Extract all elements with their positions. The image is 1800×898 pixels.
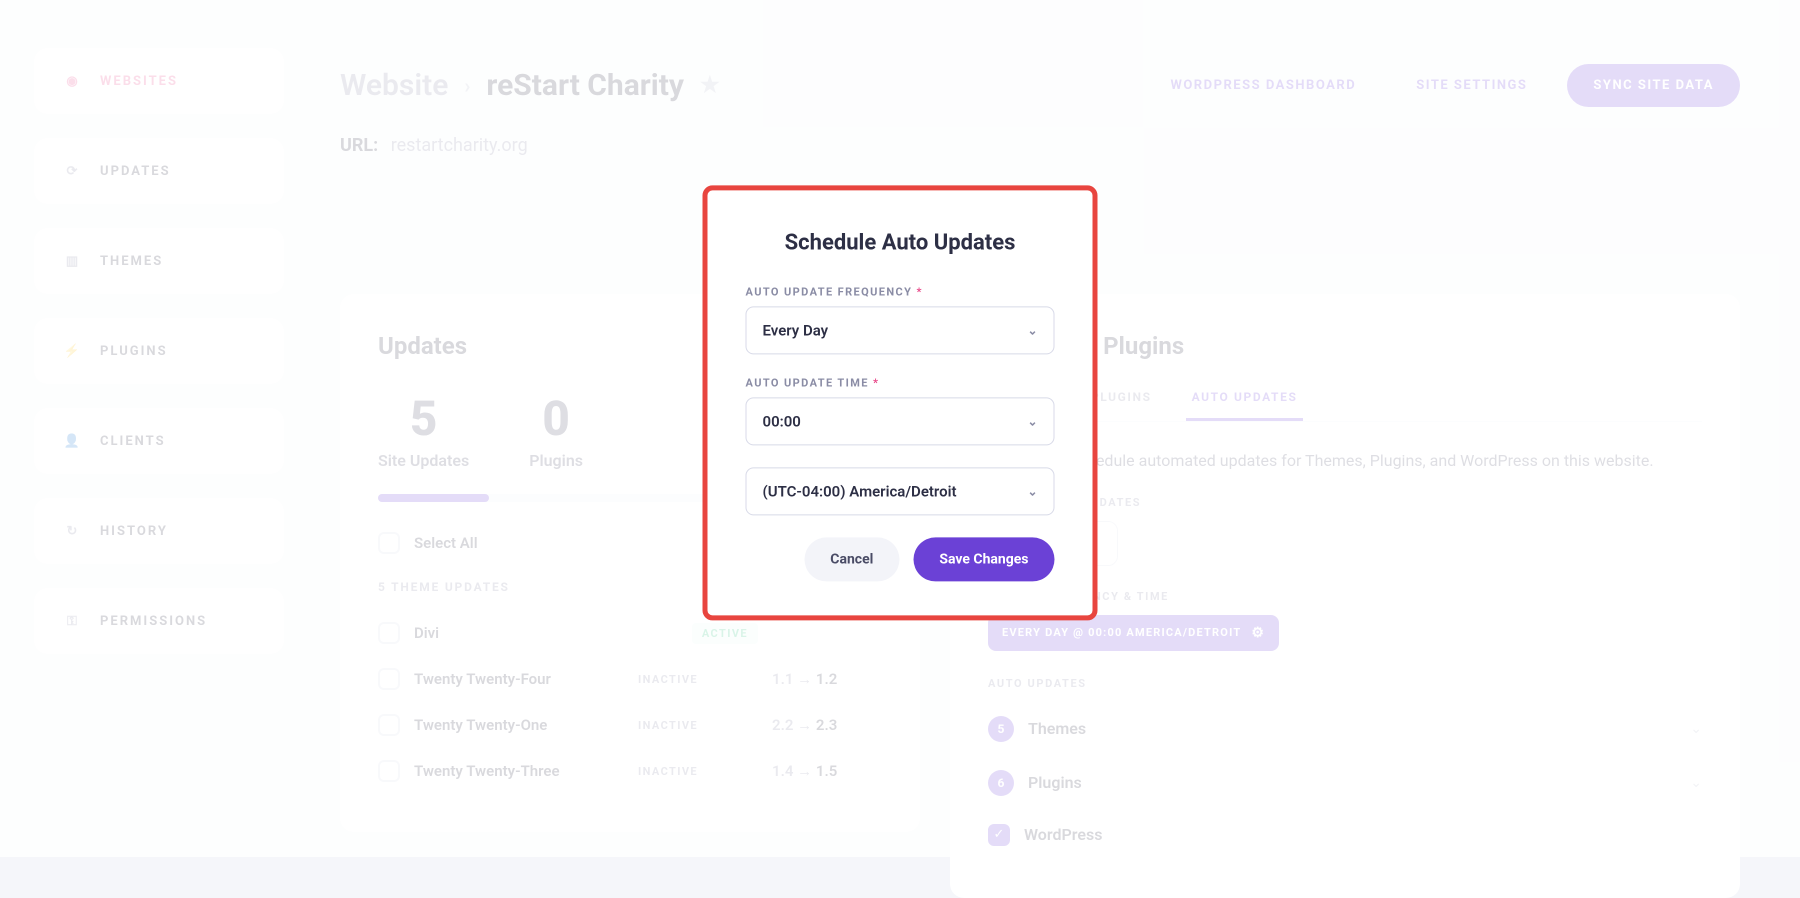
select-value: 00:00 xyxy=(763,412,801,430)
select-value: (UTC-04:00) America/Detroit xyxy=(763,482,957,500)
select-value: Every Day xyxy=(763,321,829,339)
modal-buttons: Cancel Save Changes xyxy=(746,537,1055,581)
time-field-label: AUTO UPDATE TIME * xyxy=(746,376,1055,389)
chevron-down-icon: ⌄ xyxy=(1027,323,1037,337)
timezone-select[interactable]: (UTC-04:00) America/Detroit ⌄ xyxy=(746,467,1055,515)
save-changes-button[interactable]: Save Changes xyxy=(913,537,1054,581)
chevron-down-icon: ⌄ xyxy=(1027,484,1037,498)
time-select[interactable]: 00:00 ⌄ xyxy=(746,397,1055,445)
frequency-field-label: AUTO UPDATE FREQUENCY * xyxy=(746,285,1055,298)
frequency-select[interactable]: Every Day ⌄ xyxy=(746,306,1055,354)
chevron-down-icon: ⌄ xyxy=(1027,414,1037,428)
modal-title: Schedule Auto Updates xyxy=(746,230,1055,255)
cancel-button[interactable]: Cancel xyxy=(804,537,899,581)
schedule-modal: Schedule Auto Updates AUTO UPDATE FREQUE… xyxy=(703,185,1098,620)
